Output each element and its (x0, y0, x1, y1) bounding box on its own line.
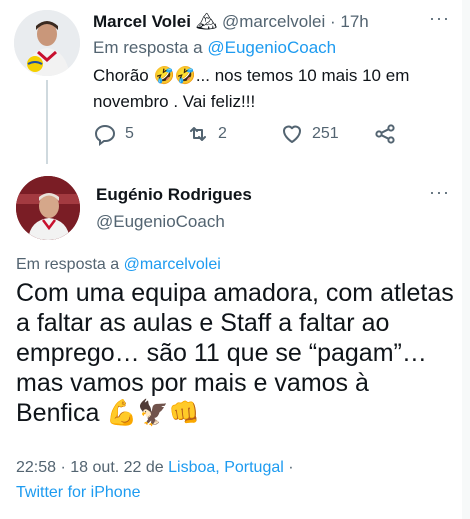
reply-count: 5 (125, 125, 134, 142)
separator: · (60, 459, 66, 476)
more-options-icon[interactable]: ··· (429, 182, 450, 203)
eagle-badge-icon: 🏔 (195, 12, 218, 31)
author-handle[interactable]: @marcelvolei (222, 12, 325, 31)
reply-button[interactable]: 5 (93, 122, 134, 146)
retweet-count: 2 (218, 125, 227, 142)
retweet-icon (190, 127, 206, 141)
location-prefix: de (145, 459, 164, 476)
tweet-time[interactable]: 22:58 (16, 459, 56, 476)
separator: · (288, 459, 294, 476)
reply-prefix: Em resposta a (16, 256, 120, 273)
thread-connector (46, 80, 48, 164)
share-button[interactable] (373, 122, 397, 146)
share-icon (375, 124, 395, 144)
avatar-marcel[interactable] (14, 10, 80, 76)
location-link[interactable]: Lisboa, Portugal (168, 459, 284, 476)
separator: · (329, 12, 336, 31)
tweet-metadata: 22:58 · 18 out. 22 de Lisboa, Portugal · (16, 459, 294, 477)
timestamp[interactable]: 17h (340, 12, 368, 31)
reply-context: Em resposta a @EugenioCoach (93, 38, 336, 58)
tweet-text: Com uma equipa amadora, com atletas a fa… (16, 279, 454, 427)
tweet-date[interactable]: 18 out. 22 (70, 459, 141, 476)
more-options-icon[interactable]: ··· (429, 8, 450, 29)
action-bar: 5 2 251 (93, 122, 413, 150)
like-button[interactable]: 251 (280, 122, 339, 146)
tweet-text: Chorão 🤣🤣... nos temos 10 mais 10 em nov… (93, 66, 410, 111)
reply-tweet[interactable]: Marcel Volei 🏔 @marcelvolei · 17h ··· Em… (0, 0, 462, 164)
reply-tweet-header: Marcel Volei 🏔 @marcelvolei · 17h (93, 12, 369, 32)
source-link[interactable]: Twitter for iPhone (16, 484, 141, 502)
main-tweet: Eugénio Rodrigues @EugenioCoach ··· Em r… (0, 170, 462, 519)
author-name[interactable]: Eugénio Rodrigues (96, 185, 252, 205)
avatar-eugenio[interactable] (16, 176, 80, 240)
retweet-button[interactable]: 2 (186, 122, 227, 146)
author-handle[interactable]: @EugenioCoach (96, 212, 225, 232)
scrollbar[interactable] (462, 0, 470, 519)
reply-mention-link[interactable]: @marcelvolei (124, 256, 221, 273)
like-count: 251 (312, 125, 339, 142)
reply-prefix: Em resposta a (93, 38, 203, 57)
reply-mention-link[interactable]: @EugenioCoach (207, 38, 336, 57)
reply-icon (94, 124, 116, 146)
like-icon (283, 125, 301, 143)
reply-context: Em resposta a @marcelvolei (16, 256, 221, 274)
author-name[interactable]: Marcel Volei (93, 12, 191, 31)
